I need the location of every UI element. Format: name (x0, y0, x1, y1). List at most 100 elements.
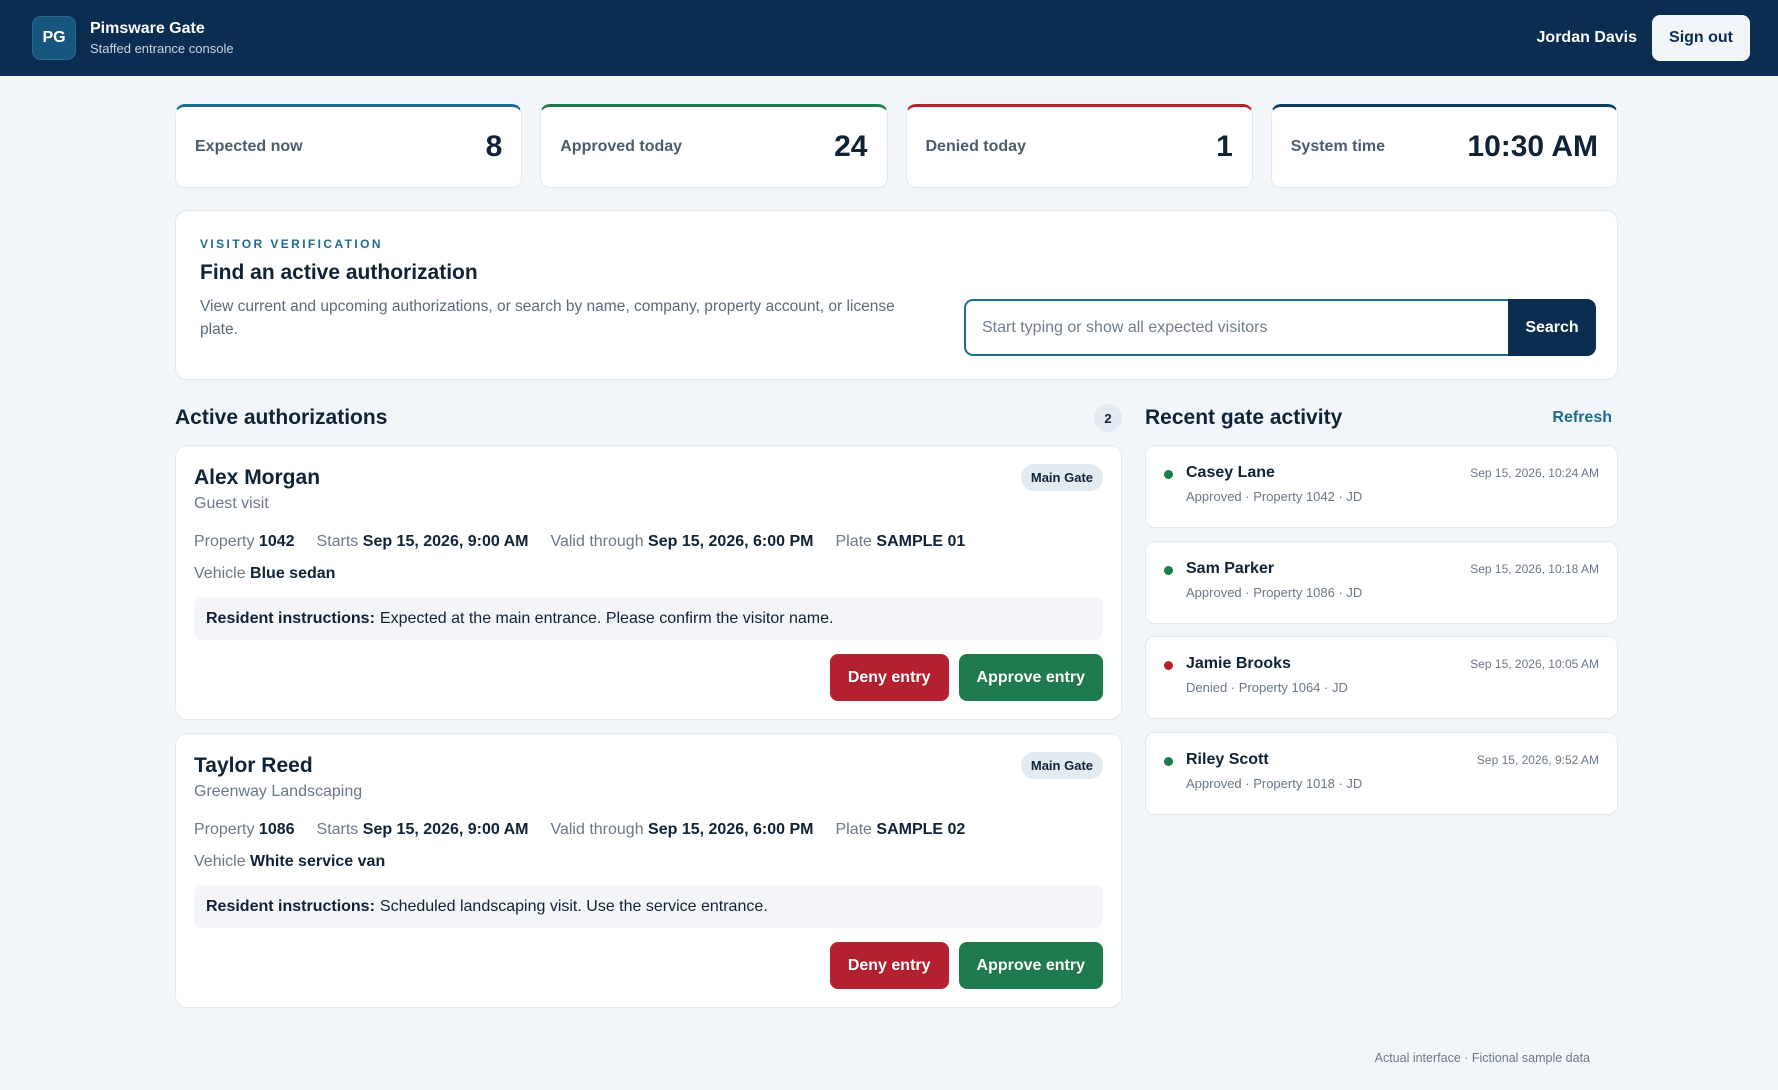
top-bar: PG Pimsware Gate Staffed entrance consol… (0, 0, 1778, 76)
stat-value: 24 (834, 130, 868, 163)
visitor-name: Alex Morgan (194, 466, 321, 489)
approve-entry-button[interactable]: Approve entry (958, 942, 1103, 989)
authorization-card: Taylor Reed Greenway Landscaping Main Ga… (175, 733, 1122, 1008)
status-dot-approved (1164, 470, 1173, 479)
stat-expected-now: Expected now 8 (175, 104, 523, 188)
vehicle-label: Vehicle (194, 853, 246, 870)
details-row: Vehicle Blue sedan (194, 565, 1103, 583)
card-actions: Deny entry Approve entry (829, 942, 1103, 989)
stat-denied-today: Denied today 1 (905, 104, 1253, 188)
property-detail: Property 1086 (194, 821, 295, 839)
app-logo: PG (32, 16, 76, 60)
starts-value: Sep 15, 2026, 9:00 AM (362, 533, 529, 550)
property-value: 1042 (258, 533, 295, 550)
card-actions: Deny entry Approve entry (829, 654, 1103, 701)
details-row: Vehicle White service van (194, 853, 1103, 871)
valid-through-value: Sep 15, 2026, 6:00 PM (648, 821, 814, 838)
details-row: Property 1086 Starts Sep 15, 2026, 9:00 … (194, 821, 1103, 839)
sign-out-button[interactable]: Sign out (1652, 15, 1750, 61)
valid-through-label: Valid through (550, 533, 644, 550)
resident-instructions: Resident instructions: Expected at the m… (194, 597, 1103, 640)
status-dot-approved (1164, 566, 1173, 575)
stat-label: System time (1290, 138, 1386, 155)
stat-value: 1 (1216, 130, 1233, 163)
activity-time: Sep 15, 2026, 10:18 AM (1470, 562, 1599, 576)
stats-row: Expected now 8 Approved today 24 Denied … (175, 104, 1618, 188)
instructions-text: Scheduled landscaping visit. Use the ser… (379, 897, 768, 915)
activity-time: Sep 15, 2026, 10:24 AM (1470, 466, 1599, 480)
activity-meta: Denied · Property 1064 · JD (1186, 680, 1348, 695)
activity-meta: Approved · Property 1042 · JD (1186, 489, 1363, 504)
valid-through-value: Sep 15, 2026, 6:00 PM (648, 533, 814, 550)
vehicle-detail: Vehicle Blue sedan (194, 565, 335, 583)
vehicle-detail: Vehicle White service van (194, 853, 385, 871)
vehicle-value: Blue sedan (250, 565, 336, 582)
activity-item: Riley Scott Approved · Property 1018 · J… (1145, 732, 1618, 815)
details-row: Property 1042 Starts Sep 15, 2026, 9:00 … (194, 533, 1103, 551)
plate-value: SAMPLE 01 (876, 533, 966, 550)
search-button[interactable]: Search (1508, 299, 1596, 356)
visitor-name: Taylor Reed (194, 754, 313, 777)
app-subtitle: Staffed entrance console (90, 40, 234, 56)
verification-description: View current and upcoming authorizations… (200, 298, 895, 338)
visitor-subtitle: Guest visit (194, 495, 269, 512)
property-detail: Property 1042 (194, 533, 295, 551)
gate-badge: Main Gate (1020, 752, 1103, 779)
activity-time: Sep 15, 2026, 9:52 AM (1476, 753, 1599, 767)
authorization-card: Alex Morgan Guest visit Main Gate Proper… (175, 445, 1122, 720)
search-input[interactable] (964, 299, 1508, 356)
property-label: Property (194, 821, 255, 838)
visitor-verification-panel: VISITOR VERIFICATION Find an active auth… (175, 210, 1618, 380)
refresh-link[interactable]: Refresh (1552, 409, 1612, 427)
activity-item: Jamie Brooks Denied · Property 1064 · JD… (1145, 636, 1618, 719)
authorizations-header: Active authorizations 2 (175, 400, 1122, 436)
property-label: Property (194, 533, 255, 550)
authorizations-title: Active authorizations (175, 406, 388, 429)
valid-through-detail: Valid through Sep 15, 2026, 6:00 PM (550, 533, 813, 551)
activity-item: Casey Lane Approved · Property 1042 · JD… (1145, 445, 1618, 528)
user-area: Jordan Davis Sign out (1537, 15, 1750, 61)
plate-label: Plate (835, 821, 872, 838)
status-dot-approved (1164, 757, 1173, 766)
user-name: Jordan Davis (1536, 29, 1638, 46)
brand: Pimsware Gate Staffed entrance console (90, 19, 234, 58)
activity-time: Sep 15, 2026, 10:05 AM (1470, 657, 1599, 671)
activity-item: Sam Parker Approved · Property 1086 · JD… (1145, 541, 1618, 624)
starts-label: Starts (316, 821, 359, 838)
plate-detail: Plate SAMPLE 02 (835, 821, 965, 839)
approve-entry-button[interactable]: Approve entry (958, 654, 1103, 701)
stat-label: Denied today (925, 138, 1026, 155)
app-title: Pimsware Gate (90, 19, 205, 37)
activity-header: Recent gate activity Refresh (1145, 400, 1618, 436)
gate-badge: Main Gate (1020, 464, 1103, 491)
verification-title: Find an active authorization (200, 261, 478, 284)
activity-meta: Approved · Property 1018 · JD (1186, 776, 1363, 791)
instructions-text: Expected at the main entrance. Please co… (379, 609, 834, 627)
deny-entry-button[interactable]: Deny entry (829, 942, 949, 989)
starts-detail: Starts Sep 15, 2026, 9:00 AM (317, 821, 529, 839)
vehicle-value: White service van (250, 853, 386, 870)
stat-label: Expected now (195, 138, 303, 155)
valid-through-detail: Valid through Sep 15, 2026, 6:00 PM (550, 821, 813, 839)
resident-instructions: Resident instructions: Scheduled landsca… (194, 885, 1103, 928)
property-value: 1086 (258, 821, 295, 838)
stat-system-time: System time 10:30 AM (1270, 104, 1618, 188)
instructions-label: Resident instructions: (206, 609, 375, 627)
valid-through-label: Valid through (550, 821, 644, 838)
instructions-label: Resident instructions: (206, 897, 375, 915)
plate-value: SAMPLE 02 (876, 821, 966, 838)
search-bar: Search (964, 299, 1596, 356)
deny-entry-button[interactable]: Deny entry (829, 654, 949, 701)
activity-meta: Approved · Property 1086 · JD (1186, 585, 1363, 600)
starts-detail: Starts Sep 15, 2026, 9:00 AM (317, 533, 529, 551)
authorizations-count-badge: 2 (1094, 404, 1122, 432)
activity-title: Recent gate activity (1145, 406, 1343, 429)
section-eyebrow: VISITOR VERIFICATION (200, 237, 383, 251)
visitor-subtitle: Greenway Landscaping (194, 783, 363, 800)
plate-label: Plate (835, 533, 872, 550)
stat-value: 8 (485, 130, 503, 163)
status-dot-denied (1164, 661, 1173, 670)
vehicle-label: Vehicle (194, 565, 246, 582)
starts-value: Sep 15, 2026, 9:00 AM (362, 821, 529, 838)
stat-value: 10:30 AM (1467, 130, 1598, 163)
